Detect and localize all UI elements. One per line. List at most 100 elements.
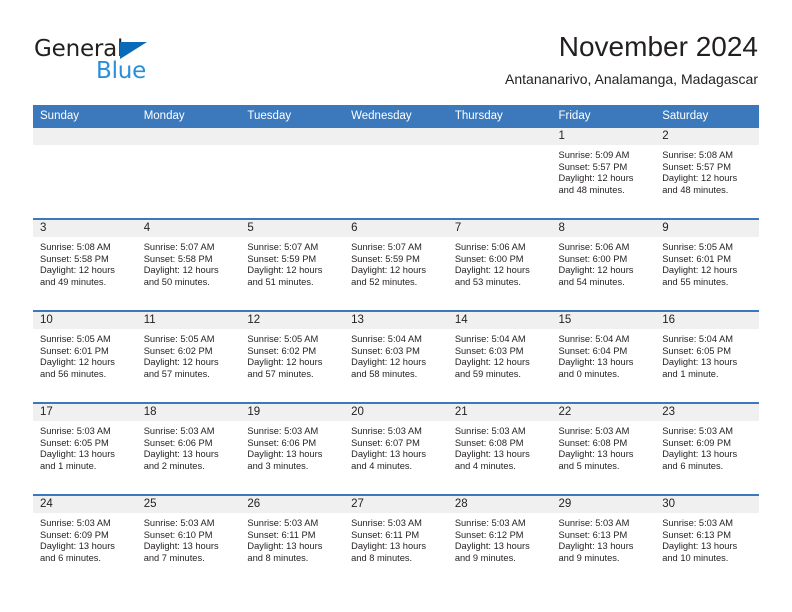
calendar-day-cell[interactable]: 25 Sunrise: 5:03 AM Sunset: 6:10 PM Dayligh… xyxy=(136,494,241,586)
day-number: 25 xyxy=(136,496,241,513)
day-detail-line: Sunrise: 5:06 AM xyxy=(558,242,630,252)
calendar-day: 29 Sunrise: 5:03 AM Sunset: 6:13 PM Dayligh… xyxy=(551,496,656,584)
calendar-day-cell[interactable] xyxy=(344,128,448,219)
day-detail-line: Sunset: 6:12 PM xyxy=(454,529,524,540)
calendar-day-cell[interactable]: 27 Sunrise: 5:03 AM Sunset: 6:11 PM Dayligh… xyxy=(344,494,448,586)
calendar-week-row: 17 Sunrise: 5:03 AM Sunset: 6:05 PM Dayligh… xyxy=(33,402,759,495)
day-detail-line: Daylight: 13 hours and 3 minutes. xyxy=(247,449,323,471)
calendar-day-cell[interactable]: 18 Sunrise: 5:03 AM Sunset: 6:06 PM Dayligh… xyxy=(136,402,241,495)
calendar-day: 14 Sunrise: 5:04 AM Sunset: 6:03 PM Dayligh… xyxy=(447,312,552,400)
day-number: 6 xyxy=(344,220,448,237)
day-detail-line: Sunrise: 5:03 AM xyxy=(143,518,215,528)
day-details: Sunrise: 5:05 AM Sunset: 6:01 PM Daylight:… xyxy=(33,329,137,380)
calendar-day-cell[interactable]: 24 Sunrise: 5:03 AM Sunset: 6:09 PM Dayligh… xyxy=(33,494,137,586)
day-detail-line: Sunset: 6:01 PM xyxy=(662,253,731,264)
calendar-day-cell[interactable]: 5 Sunrise: 5:07 AM Sunset: 5:59 PM Daylight… xyxy=(240,218,345,311)
day-detail-line: Daylight: 12 hours and 48 minutes. xyxy=(662,173,738,195)
weekday-header-tuesday: Tuesday xyxy=(240,105,345,128)
calendar-day-cell[interactable] xyxy=(240,128,345,219)
day-detail-line: Sunset: 6:05 PM xyxy=(662,345,731,356)
calendar-empty-cell xyxy=(240,128,345,216)
calendar-day: 12 Sunrise: 5:05 AM Sunset: 6:02 PM Dayligh… xyxy=(240,312,345,400)
calendar-day-cell[interactable]: 9 Sunrise: 5:05 AM Sunset: 6:01 PM Daylight… xyxy=(655,218,759,311)
calendar-table: Sunday Monday Tuesday Wednesday Thursday… xyxy=(33,105,759,586)
day-details xyxy=(137,145,241,150)
calendar-day-cell[interactable]: 12 Sunrise: 5:05 AM Sunset: 6:02 PM Dayligh… xyxy=(240,310,345,403)
general-blue-logo[interactable]: General Blue xyxy=(34,36,234,88)
day-number: 14 xyxy=(447,312,552,329)
day-details: Sunrise: 5:03 AM Sunset: 6:07 PM Daylight:… xyxy=(344,421,448,472)
calendar-day-cell[interactable] xyxy=(447,128,552,219)
calendar-day-cell[interactable]: 22 Sunrise: 5:03 AM Sunset: 6:08 PM Dayligh… xyxy=(551,402,656,495)
day-detail-line: Sunset: 5:57 PM xyxy=(662,161,731,172)
day-details: Sunrise: 5:03 AM Sunset: 6:08 PM Daylight:… xyxy=(552,421,656,472)
calendar-day-cell[interactable]: 26 Sunrise: 5:03 AM Sunset: 6:11 PM Dayligh… xyxy=(240,494,345,586)
day-detail-line: Sunset: 5:59 PM xyxy=(247,253,317,264)
calendar-day-cell[interactable]: 16 Sunrise: 5:04 AM Sunset: 6:05 PM Dayligh… xyxy=(655,310,759,403)
day-detail-line: Sunrise: 5:03 AM xyxy=(143,426,215,436)
calendar-day-cell[interactable]: 4 Sunrise: 5:07 AM Sunset: 5:58 PM Daylight… xyxy=(136,218,241,311)
calendar-day: 15 Sunrise: 5:04 AM Sunset: 6:04 PM Dayligh… xyxy=(551,312,656,400)
day-detail-line: Sunset: 6:11 PM xyxy=(351,529,420,540)
calendar-day-cell[interactable]: 28 Sunrise: 5:03 AM Sunset: 6:12 PM Dayligh… xyxy=(447,494,552,586)
day-details: Sunrise: 5:05 AM Sunset: 6:01 PM Daylight:… xyxy=(655,237,759,288)
calendar-week-row: 1 Sunrise: 5:09 AM Sunset: 5:57 PM Daylight… xyxy=(33,128,759,219)
calendar-day-cell[interactable]: 17 Sunrise: 5:03 AM Sunset: 6:05 PM Dayligh… xyxy=(33,402,137,495)
page-title: November 2024 xyxy=(558,31,758,62)
day-detail-line: Sunset: 6:00 PM xyxy=(558,253,628,264)
calendar-day-cell[interactable]: 30 Sunrise: 5:03 AM Sunset: 6:13 PM Dayligh… xyxy=(655,494,759,586)
calendar-day-cell[interactable]: 23 Sunrise: 5:03 AM Sunset: 6:09 PM Dayligh… xyxy=(655,402,759,495)
calendar-day-cell[interactable]: 6 Sunrise: 5:07 AM Sunset: 5:59 PM Daylight… xyxy=(344,218,448,311)
day-detail-line: Sunrise: 5:03 AM xyxy=(558,518,630,528)
day-details: Sunrise: 5:07 AM Sunset: 5:59 PM Daylight:… xyxy=(240,237,344,288)
calendar-day-cell[interactable]: 3 Sunrise: 5:08 AM Sunset: 5:58 PM Daylight… xyxy=(33,218,137,311)
day-details xyxy=(33,145,137,150)
day-detail-line: Sunset: 6:13 PM xyxy=(662,529,731,540)
calendar-day-cell[interactable]: 1 Sunrise: 5:09 AM Sunset: 5:57 PM Daylight… xyxy=(551,128,656,219)
day-detail-line: Daylight: 12 hours and 48 minutes. xyxy=(558,173,634,195)
calendar-day-cell[interactable]: 29 Sunrise: 5:03 AM Sunset: 6:13 PM Dayligh… xyxy=(551,494,656,586)
calendar-day-cell[interactable]: 19 Sunrise: 5:03 AM Sunset: 6:06 PM Dayligh… xyxy=(240,402,345,495)
day-detail-line: Sunrise: 5:07 AM xyxy=(247,242,319,252)
day-detail-line: Sunset: 5:58 PM xyxy=(143,253,213,264)
calendar-day-cell[interactable]: 8 Sunrise: 5:06 AM Sunset: 6:00 PM Daylight… xyxy=(551,218,656,311)
day-details: Sunrise: 5:04 AM Sunset: 6:03 PM Daylight:… xyxy=(448,329,552,380)
weekday-header-friday: Friday xyxy=(551,105,656,128)
day-detail-line: Sunset: 6:02 PM xyxy=(247,345,317,356)
calendar-day: 10 Sunrise: 5:05 AM Sunset: 6:01 PM Dayligh… xyxy=(33,312,137,400)
day-details: Sunrise: 5:03 AM Sunset: 6:12 PM Daylight:… xyxy=(448,513,552,564)
calendar-day-cell[interactable]: 7 Sunrise: 5:06 AM Sunset: 6:00 PM Daylight… xyxy=(447,218,552,311)
day-detail-line: Sunrise: 5:07 AM xyxy=(351,242,422,252)
day-detail-line: Sunrise: 5:03 AM xyxy=(558,426,630,436)
day-number: 30 xyxy=(655,496,759,513)
day-detail-line: Sunrise: 5:03 AM xyxy=(454,518,526,528)
day-number: 21 xyxy=(447,404,552,421)
calendar-day-cell[interactable]: 13 Sunrise: 5:04 AM Sunset: 6:03 PM Dayligh… xyxy=(344,310,448,403)
day-detail-line: Sunset: 5:58 PM xyxy=(40,253,109,264)
calendar-day-cell[interactable] xyxy=(33,128,137,219)
calendar-day-cell[interactable]: 15 Sunrise: 5:04 AM Sunset: 6:04 PM Dayligh… xyxy=(551,310,656,403)
day-details: Sunrise: 5:03 AM Sunset: 6:08 PM Daylight:… xyxy=(448,421,552,472)
calendar-day-cell[interactable]: 20 Sunrise: 5:03 AM Sunset: 6:07 PM Dayligh… xyxy=(344,402,448,495)
calendar-day-cell[interactable]: 10 Sunrise: 5:05 AM Sunset: 6:01 PM Dayligh… xyxy=(33,310,137,403)
day-detail-line: Sunrise: 5:03 AM xyxy=(40,426,111,436)
calendar-day-cell[interactable]: 11 Sunrise: 5:05 AM Sunset: 6:02 PM Dayligh… xyxy=(136,310,241,403)
day-detail-line: Sunset: 6:03 PM xyxy=(454,345,524,356)
calendar-day: 26 Sunrise: 5:03 AM Sunset: 6:11 PM Dayligh… xyxy=(240,496,345,584)
day-detail-line: Sunrise: 5:07 AM xyxy=(143,242,215,252)
day-details: Sunrise: 5:07 AM Sunset: 5:59 PM Daylight:… xyxy=(344,237,448,288)
calendar-day-cell[interactable] xyxy=(136,128,241,219)
calendar-day-cell[interactable]: 14 Sunrise: 5:04 AM Sunset: 6:03 PM Dayligh… xyxy=(447,310,552,403)
day-number: 13 xyxy=(344,312,448,329)
day-number: 11 xyxy=(136,312,241,329)
day-details: Sunrise: 5:03 AM Sunset: 6:10 PM Daylight:… xyxy=(137,513,241,564)
calendar-day: 1 Sunrise: 5:09 AM Sunset: 5:57 PM Daylight… xyxy=(551,128,656,216)
calendar-day-cell[interactable]: 2 Sunrise: 5:08 AM Sunset: 5:57 PM Daylight… xyxy=(655,128,759,219)
calendar-day: 30 Sunrise: 5:03 AM Sunset: 6:13 PM Dayligh… xyxy=(655,496,759,584)
day-number: 24 xyxy=(33,496,137,513)
calendar-day-cell[interactable]: 21 Sunrise: 5:03 AM Sunset: 6:08 PM Dayligh… xyxy=(447,402,552,495)
day-detail-line: Sunrise: 5:04 AM xyxy=(558,334,630,344)
day-details: Sunrise: 5:08 AM Sunset: 5:57 PM Daylight:… xyxy=(655,145,759,196)
day-details: Sunrise: 5:04 AM Sunset: 6:03 PM Daylight:… xyxy=(344,329,448,380)
day-detail-line: Daylight: 12 hours and 58 minutes. xyxy=(351,357,427,379)
